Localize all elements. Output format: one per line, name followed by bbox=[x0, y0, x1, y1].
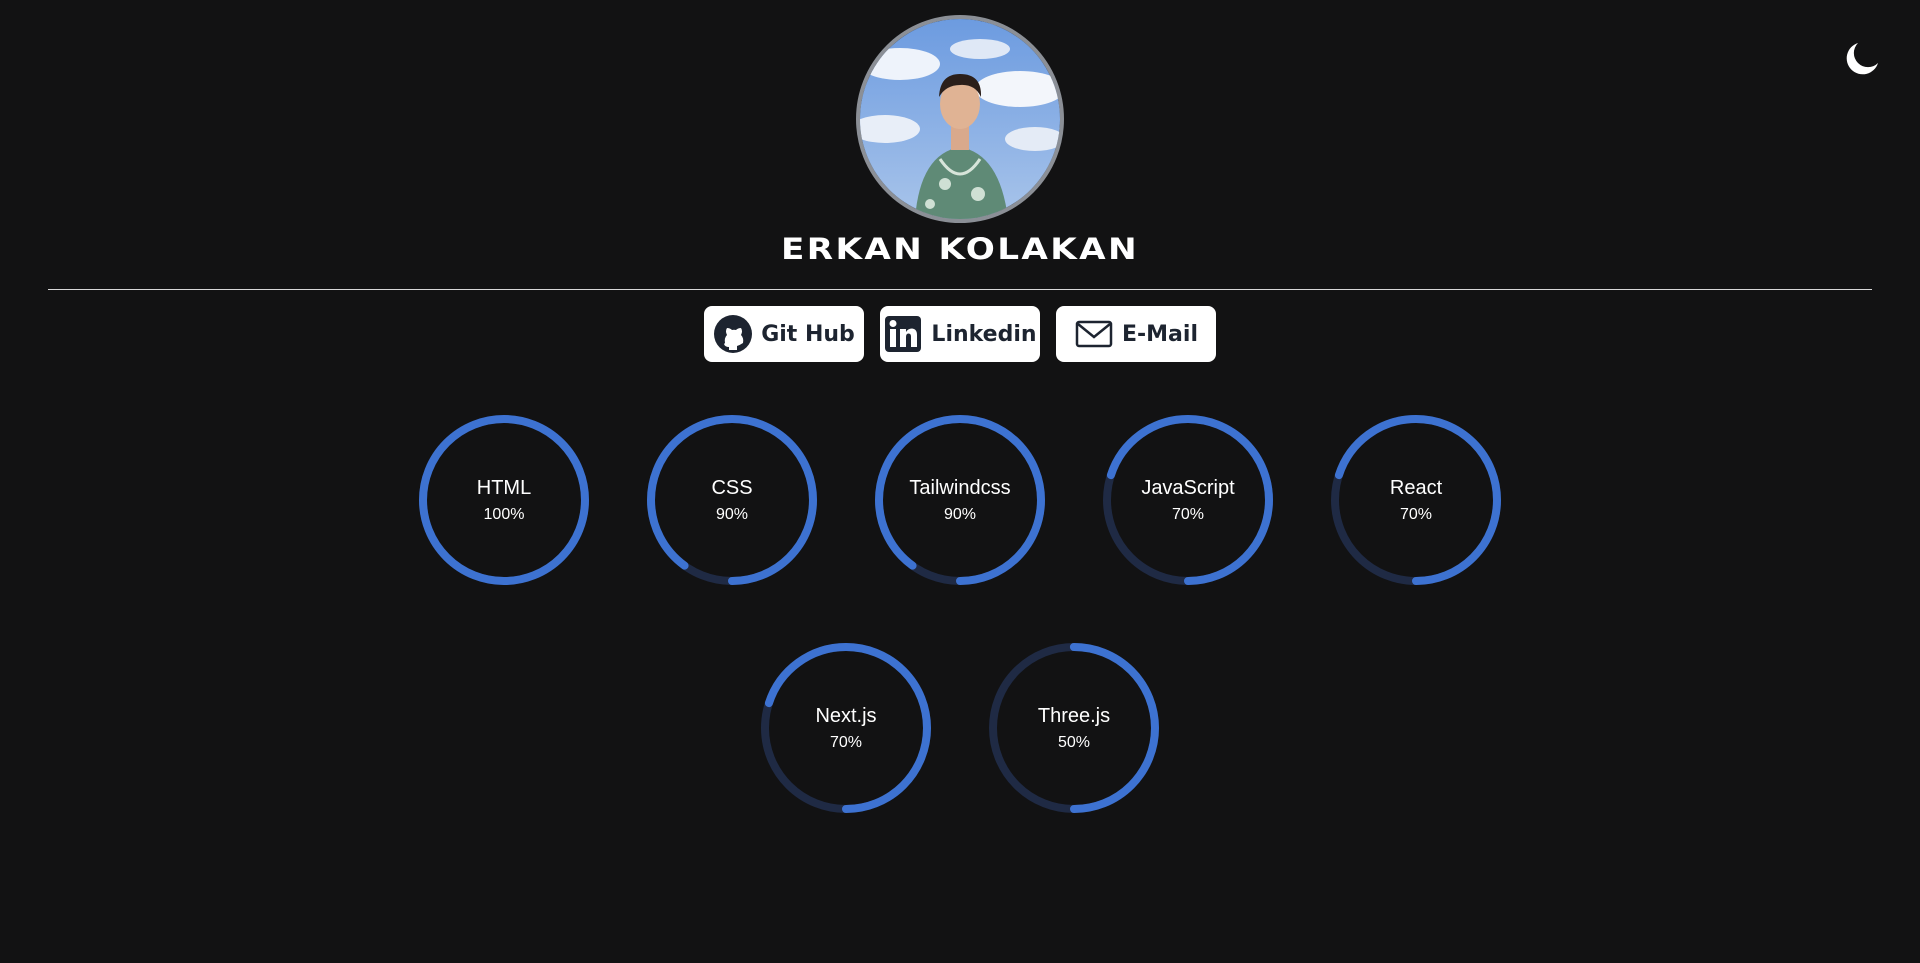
divider bbox=[48, 289, 1872, 290]
skill-percent: 70% bbox=[829, 734, 863, 751]
skill-percent: 70% bbox=[1399, 506, 1433, 523]
skill-ring-html: HTML 100% bbox=[417, 413, 591, 587]
github-label: Git Hub bbox=[761, 321, 855, 347]
skill-percent: 100% bbox=[483, 506, 525, 523]
skill-ring-tailwindcss: Tailwindcss 90% bbox=[873, 413, 1047, 587]
linkedin-icon bbox=[883, 314, 923, 354]
portfolio-page: ERKAN KOLAKAN Git Hub Linkedin E-Mail HT… bbox=[0, 0, 1920, 963]
skill-ring-threejs: Three.js 50% bbox=[987, 641, 1161, 815]
ring-progress bbox=[419, 415, 589, 585]
skill-name: Three.js bbox=[1037, 705, 1111, 727]
skill-ring-javascript: JavaScript 70% bbox=[1101, 413, 1275, 587]
ring-progress bbox=[647, 415, 817, 585]
skill-name: JavaScript bbox=[1141, 477, 1235, 499]
avatar bbox=[856, 15, 1064, 223]
ring-progress bbox=[875, 415, 1045, 585]
skill-ring-css: CSS 90% bbox=[645, 413, 819, 587]
skill-name: Next.js bbox=[815, 705, 877, 727]
github-button[interactable]: Git Hub bbox=[704, 306, 864, 362]
linkedin-label: Linkedin bbox=[931, 321, 1037, 347]
profile-photo bbox=[860, 19, 1060, 219]
skill-name: HTML bbox=[476, 477, 532, 499]
skill-percent: 70% bbox=[1171, 506, 1205, 523]
skill-percent: 90% bbox=[715, 506, 749, 523]
skill-percent: 90% bbox=[943, 506, 977, 523]
skill-ring-nextjs: Next.js 70% bbox=[759, 641, 933, 815]
skill-name: React bbox=[1389, 477, 1443, 499]
skill-ring-react: React 70% bbox=[1329, 413, 1503, 587]
skill-name: CSS bbox=[711, 477, 753, 499]
moon-icon bbox=[1846, 43, 1878, 75]
github-icon bbox=[713, 314, 753, 354]
skill-name: Tailwindcss bbox=[909, 477, 1011, 499]
theme-toggle-button[interactable] bbox=[1843, 40, 1881, 78]
email-button[interactable]: E-Mail bbox=[1056, 306, 1216, 362]
skill-percent: 50% bbox=[1057, 734, 1091, 751]
email-label: E-Mail bbox=[1122, 321, 1198, 347]
email-icon bbox=[1074, 314, 1114, 354]
linkedin-button[interactable]: Linkedin bbox=[880, 306, 1040, 362]
profile-name: ERKAN KOLAKAN bbox=[781, 232, 1139, 266]
